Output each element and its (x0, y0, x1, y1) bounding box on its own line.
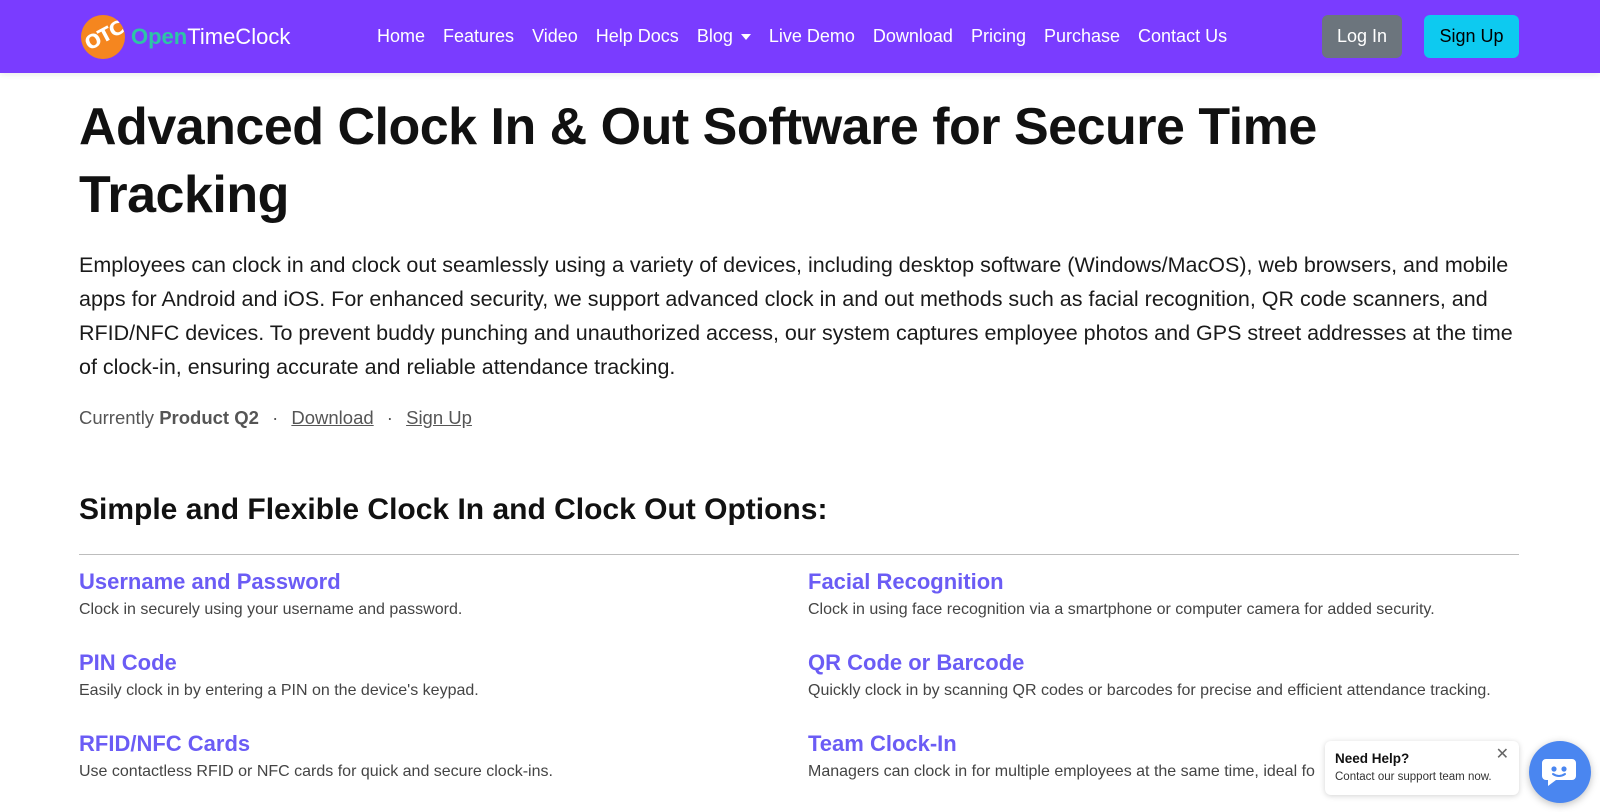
nav-pricing[interactable]: Pricing (971, 26, 1026, 47)
top-navbar: OTC OpenTimeClock Home Features Video He… (0, 0, 1600, 73)
hero-description: Employees can clock in and clock out sea… (79, 253, 1513, 379)
nav-video[interactable]: Video (532, 26, 578, 47)
help-subtitle: Contact our support team now. (1335, 771, 1492, 783)
nav-features[interactable]: Features (443, 26, 514, 47)
nav-help-docs[interactable]: Help Docs (596, 26, 679, 47)
download-link[interactable]: Download (291, 407, 373, 428)
section-divider (79, 554, 1519, 555)
meta-separator: · (386, 407, 393, 428)
option-rfid-nfc: RFID/NFC Cards Use contactless RFID or N… (79, 730, 779, 783)
brand-name-rest: TimeClock (187, 24, 291, 49)
chat-bot-icon (1542, 759, 1576, 786)
option-title[interactable]: RFID/NFC Cards (79, 730, 779, 758)
main-content: Advanced Clock In & Out Software for Sec… (79, 73, 1519, 555)
option-description: Clock in securely using your username an… (79, 601, 463, 618)
option-facial-recognition: Facial Recognition Clock in using face r… (808, 568, 1508, 621)
nav-contact-us[interactable]: Contact Us (1138, 26, 1227, 47)
option-description: Clock in using face recognition via a sm… (808, 601, 1435, 618)
meta-product: Product Q2 (159, 407, 259, 428)
nav-purchase[interactable]: Purchase (1044, 26, 1120, 47)
close-icon[interactable]: ✕ (1496, 746, 1509, 764)
page-title: Advanced Clock In & Out Software for Sec… (79, 98, 1317, 224)
help-title: Need Help? (1335, 751, 1410, 766)
option-title[interactable]: Username and Password (79, 568, 779, 596)
option-description: Easily clock in by entering a PIN on the… (79, 682, 479, 699)
nav-blog-dropdown[interactable]: Blog (697, 26, 751, 47)
brand-name: OpenTimeClock (131, 15, 290, 59)
option-title[interactable]: PIN Code (79, 649, 779, 677)
login-button[interactable]: Log In (1322, 15, 1402, 58)
nav-home[interactable]: Home (377, 26, 425, 47)
option-qr-barcode: QR Code or Barcode Quickly clock in by s… (808, 649, 1508, 702)
meta-separator: · (272, 407, 279, 428)
nav-blog-label: Blog (696, 26, 733, 46)
nav-links: Home Features Video Help Docs Blog Live … (377, 0, 1245, 73)
meta-prefix: Currently (79, 407, 155, 428)
option-description: Quickly clock in by scanning QR codes or… (808, 682, 1491, 699)
signup-button[interactable]: Sign Up (1424, 15, 1519, 58)
brand-name-open: Open (131, 24, 188, 49)
nav-download[interactable]: Download (873, 26, 953, 47)
chat-support-button[interactable] (1529, 741, 1591, 803)
option-username-password: Username and Password Clock in securely … (79, 568, 779, 621)
option-pin-code: PIN Code Easily clock in by entering a P… (79, 649, 779, 702)
otc-logo-icon: OTC (81, 15, 125, 59)
product-meta: Currently Product Q2 · Download · Sign U… (79, 406, 1519, 430)
logo-text: OTC (81, 16, 125, 56)
option-description: Use contactless RFID or NFC cards for qu… (79, 763, 553, 780)
option-title[interactable]: QR Code or Barcode (808, 649, 1508, 677)
options-section-title: Simple and Flexible Clock In and Clock O… (79, 493, 828, 526)
nav-live-demo[interactable]: Live Demo (769, 26, 855, 47)
brand-logo-link[interactable]: OTC OpenTimeClock (81, 15, 290, 59)
help-bubble[interactable]: Need Help? Contact our support team now.… (1325, 741, 1519, 795)
signup-link[interactable]: Sign Up (406, 407, 472, 428)
caret-down-icon (740, 33, 751, 40)
option-title[interactable]: Facial Recognition (808, 568, 1508, 596)
